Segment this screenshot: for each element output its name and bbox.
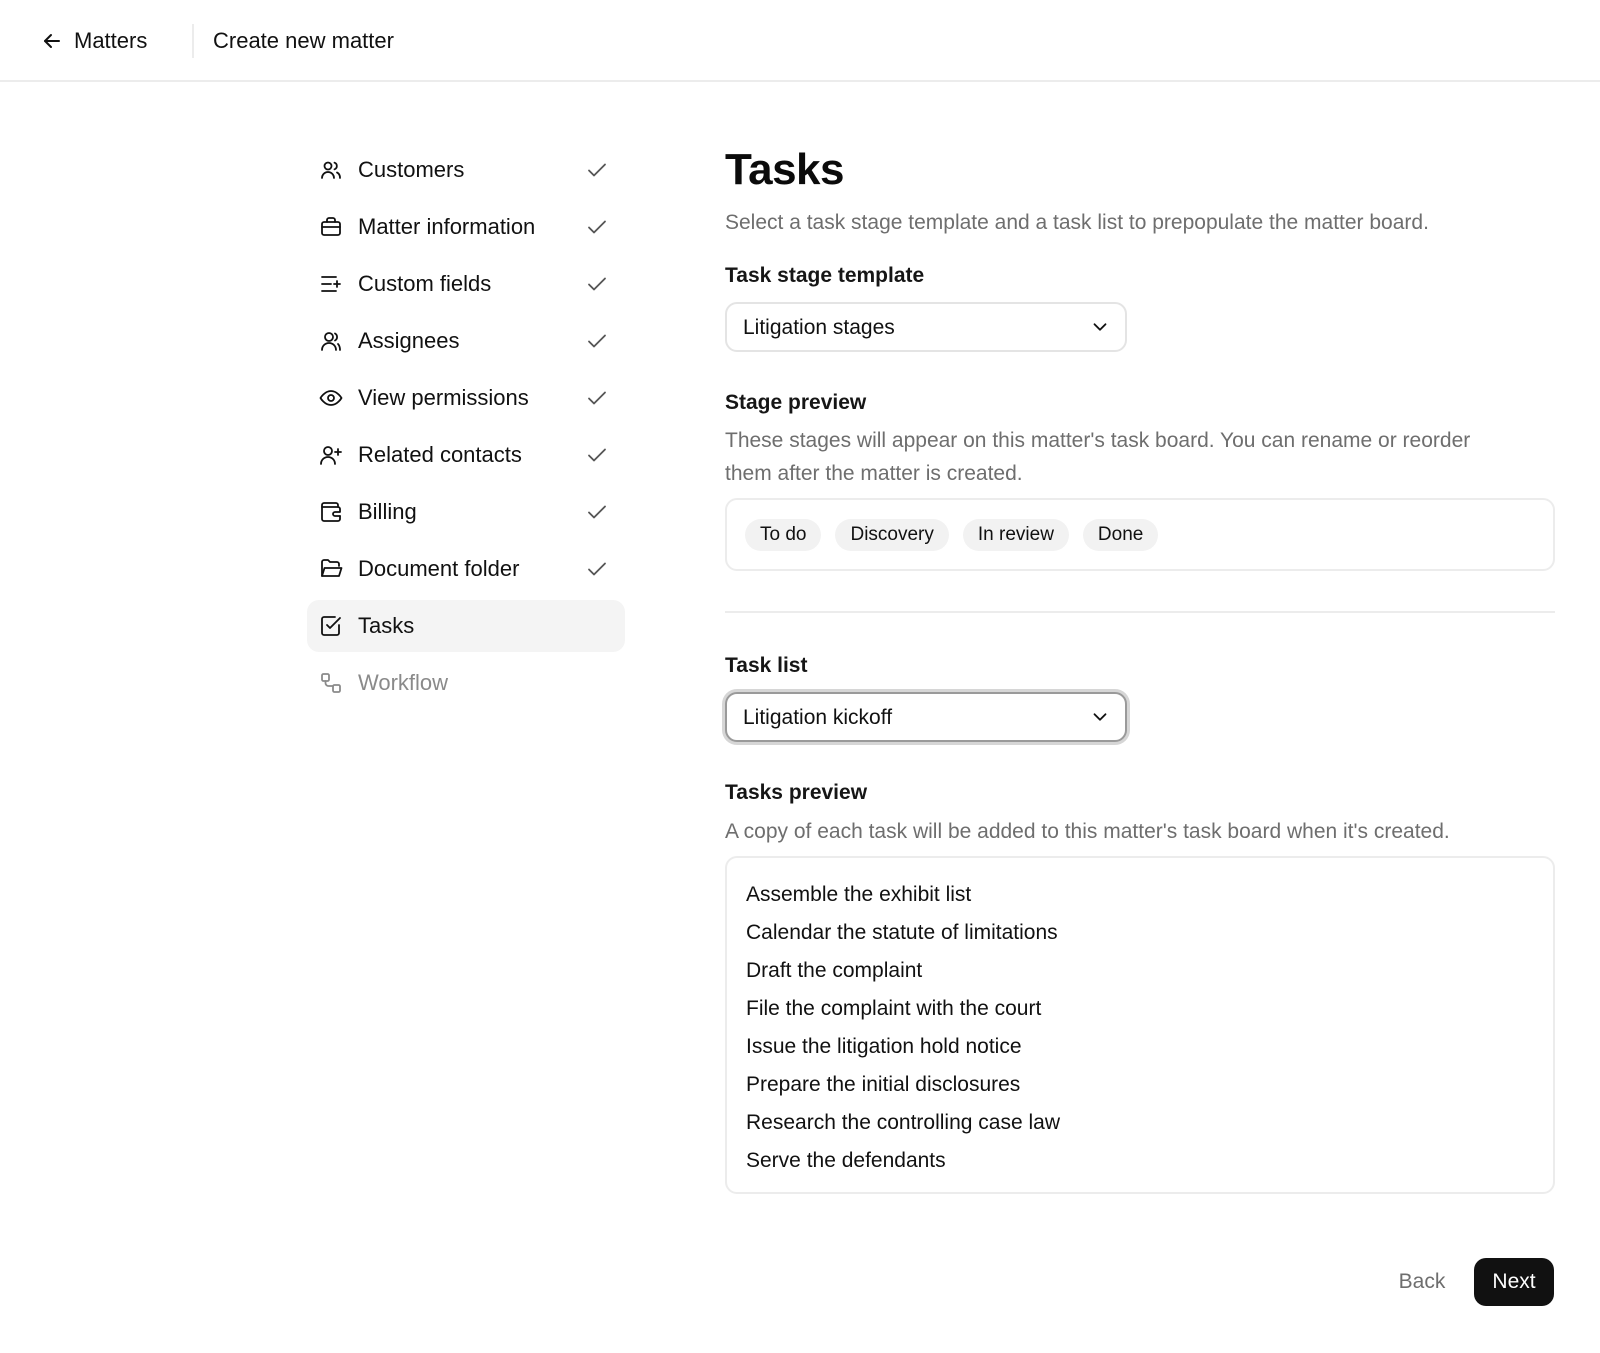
tasks-preview-label: Tasks preview	[725, 781, 868, 804]
step-assignees[interactable]: Assignees	[307, 315, 625, 367]
task-item: File the complaint with the court	[746, 997, 1042, 1020]
step-label: Custom fields	[358, 271, 492, 296]
step-document-folder[interactable]: Document folder	[307, 543, 625, 595]
chevron-down-icon	[1093, 323, 1107, 331]
step-customers[interactable]: Customers	[307, 144, 625, 196]
stage-chip: In review	[962, 518, 1069, 551]
step-label: Customers	[358, 157, 465, 182]
list-plus-icon	[319, 272, 343, 296]
step-custom-fields[interactable]: Custom fields	[307, 258, 625, 310]
check-icon	[588, 505, 606, 519]
main-content: Tasks Select a task stage template and a…	[725, 140, 1555, 1194]
stage-preview-help-line2: them after the matter is created.	[725, 462, 1023, 485]
step-label: Assignees	[358, 328, 460, 353]
step-tasks[interactable]: Tasks	[307, 600, 625, 652]
step-related-contacts[interactable]: Related contacts	[307, 429, 625, 481]
step-matter-information[interactable]: Matter information	[307, 201, 625, 253]
check-icon	[588, 448, 606, 462]
task-item: Issue the litigation hold notice	[746, 1035, 1022, 1058]
eye-icon	[319, 386, 343, 410]
back-to-matters-link[interactable]: Matters	[40, 24, 147, 58]
task-list-label: Task list	[725, 654, 808, 677]
arrow-left-icon	[44, 34, 60, 48]
task-item: Prepare the initial disclosures	[746, 1073, 1021, 1096]
task-item: Research the controlling case law	[746, 1111, 1060, 1134]
step-label: Document folder	[358, 556, 520, 581]
tasks-preview-help: A copy of each task will be added to thi…	[725, 820, 1450, 843]
stage-chip: To do	[745, 518, 822, 551]
task-item: Assemble the exhibit list	[746, 883, 972, 906]
step-label: View permissions	[358, 385, 529, 410]
check-icon	[588, 334, 606, 348]
stage-chip: Discovery	[835, 518, 949, 551]
back-button[interactable]: Back	[1380, 1258, 1464, 1306]
back-link-label: Matters	[74, 28, 148, 53]
page-subtitle: Select a task stage template and a task …	[725, 211, 1429, 234]
step-label: Tasks	[358, 613, 415, 638]
stage-template-value: Litigation stages	[743, 316, 895, 339]
stage-template-label: Task stage template	[725, 264, 925, 287]
wizard-steps: Customers Matter information Custom fiel…	[307, 144, 625, 714]
stage-chip: Done	[1082, 518, 1159, 551]
page-header-title: Create new matter	[213, 28, 394, 53]
stage-preview-label: Stage preview	[725, 391, 867, 414]
step-label: Related contacts	[358, 442, 522, 467]
workflow-icon	[319, 671, 343, 695]
step-label: Billing	[358, 499, 417, 524]
chevron-down-icon	[1093, 713, 1107, 721]
checkbox-icon	[319, 614, 343, 638]
section-divider	[725, 611, 1555, 613]
step-workflow[interactable]: Workflow	[307, 657, 625, 709]
page-title: Tasks	[725, 145, 845, 194]
check-icon	[588, 220, 606, 234]
check-icon	[588, 391, 606, 405]
step-view-permissions[interactable]: View permissions	[307, 372, 625, 424]
task-item: Calendar the statute of limitations	[746, 921, 1058, 944]
task-list-select[interactable]: Litigation kickoff	[725, 692, 1127, 742]
check-icon	[588, 163, 606, 177]
header-divider	[192, 24, 194, 58]
stage-preview-help-line1: These stages will appear on this matter'…	[725, 429, 1471, 452]
check-icon	[588, 562, 606, 576]
stage-template-select[interactable]: Litigation stages	[725, 302, 1127, 352]
task-item: Serve the defendants	[746, 1149, 946, 1172]
step-label: Workflow	[358, 670, 449, 695]
stage-preview-box: To do Discovery In review Done	[725, 498, 1555, 571]
user-plus-icon	[319, 443, 343, 467]
step-label: Matter information	[358, 214, 536, 239]
user-icon	[319, 329, 343, 353]
step-billing[interactable]: Billing	[307, 486, 625, 538]
task-list-value: Litigation kickoff	[743, 706, 893, 729]
top-bar: Matters Create new matter	[0, 0, 1600, 82]
wallet-icon	[319, 500, 343, 524]
users-icon	[319, 158, 343, 182]
task-item: Draft the complaint	[746, 959, 923, 982]
check-icon	[588, 277, 606, 291]
next-button[interactable]: Next	[1474, 1258, 1554, 1306]
folder-icon	[319, 557, 343, 581]
briefcase-icon	[319, 215, 343, 239]
tasks-preview-box: Assemble the exhibit list Calendar the s…	[725, 856, 1555, 1194]
